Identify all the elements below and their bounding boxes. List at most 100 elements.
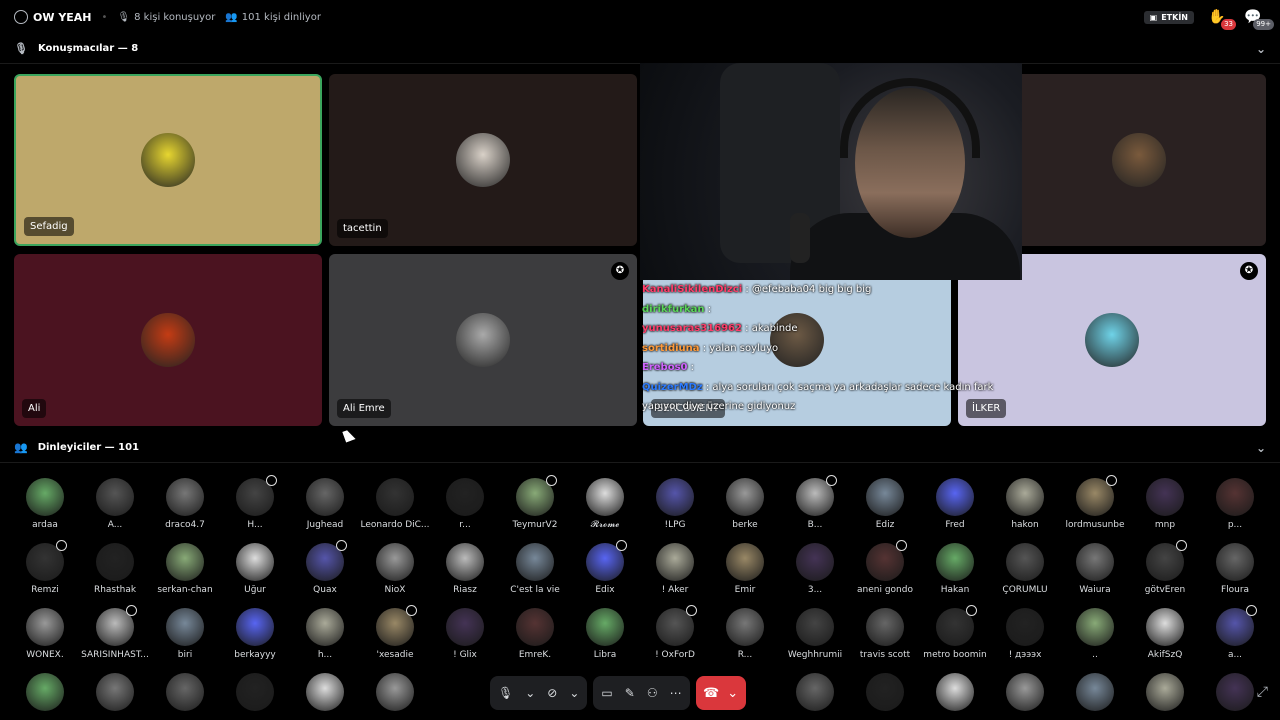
listener-item[interactable]: Weghhrumii — [780, 608, 850, 660]
listener-item[interactable] — [780, 673, 850, 711]
listener-item[interactable]: berke — [710, 478, 780, 530]
listener-item[interactable]: Fred — [920, 478, 990, 530]
listener-item[interactable]: Libra — [570, 608, 640, 660]
speakers-header[interactable]: 🎙 Konuşmacılar — 8 ⌄ — [0, 34, 1280, 64]
listener-item[interactable] — [150, 673, 220, 711]
listener-item[interactable] — [80, 673, 150, 711]
listener-item[interactable]: 𝓡𝓻𝓸𝓶𝓮 — [570, 478, 640, 530]
listener-item[interactable]: r... — [430, 478, 500, 530]
listener-item[interactable]: A... — [80, 478, 150, 530]
listener-name: EmreK. — [518, 650, 552, 660]
camera-off-icon[interactable]: ⊘ — [547, 686, 557, 700]
listener-item[interactable]: Jughead — [290, 478, 360, 530]
listener-item[interactable] — [990, 673, 1060, 711]
listener-item[interactable]: R... — [710, 608, 780, 660]
listener-item[interactable]: götvEren — [1130, 540, 1200, 595]
listener-item[interactable]: ! Glix — [430, 608, 500, 660]
camera-options-chevron-icon[interactable]: ⌄ — [569, 686, 579, 700]
listener-item[interactable]: serkan-chan — [150, 543, 220, 595]
listener-item[interactable] — [220, 673, 290, 711]
listener-item[interactable]: NioX — [360, 543, 430, 595]
listener-item[interactable]: B... — [780, 475, 850, 530]
listener-item[interactable] — [1060, 673, 1130, 711]
listener-item[interactable]: Edix — [570, 540, 640, 595]
listener-name: A... — [107, 520, 123, 530]
chevron-down-icon[interactable]: ⌄ — [1256, 441, 1266, 455]
listener-item[interactable]: ardaa — [10, 478, 80, 530]
listener-item[interactable]: draco4.7 — [150, 478, 220, 530]
listener-item[interactable]: Remzi — [10, 540, 80, 595]
listener-item[interactable]: TeymurV2 — [500, 475, 570, 530]
listener-item[interactable]: hakon — [990, 478, 1060, 530]
listener-item[interactable]: Leonardo DiC... — [360, 478, 430, 530]
speaker-tile[interactable]: Ali — [14, 254, 322, 426]
listener-item[interactable]: biri — [150, 608, 220, 660]
speaker-tile[interactable]: Ali Emre ✪ — [329, 254, 637, 426]
listener-item[interactable] — [850, 673, 920, 711]
listener-item[interactable] — [290, 673, 360, 711]
disconnect-button[interactable]: ☎ ⌄ — [695, 676, 746, 710]
more-options-icon[interactable]: ⋯ — [670, 686, 682, 700]
listener-item[interactable]: h... — [290, 608, 360, 660]
listener-item[interactable]: metro boomin — [920, 605, 990, 660]
chevron-down-icon[interactable]: ⌄ — [727, 686, 738, 701]
listener-item[interactable]: ÇORUMLU — [990, 543, 1060, 595]
listener-item[interactable]: H... — [220, 475, 290, 530]
listeners-header[interactable]: 👥 Dinleyiciler — 101 ⌄ — [0, 433, 1280, 463]
screen-share-icon[interactable]: ▭ — [601, 686, 612, 700]
speaker-tile[interactable] — [1012, 74, 1266, 246]
listener-item[interactable]: C'est la vie — [500, 543, 570, 595]
listener-item[interactable]: lordmusunbe — [1060, 475, 1130, 530]
listener-item[interactable] — [10, 673, 80, 711]
raise-hand-button[interactable]: ✋ 33 — [1208, 8, 1236, 30]
listener-item[interactable]: ! OxForD — [640, 605, 710, 660]
listener-item[interactable]: berkayyy — [220, 608, 290, 660]
listener-item[interactable]: AkifSzQ — [1130, 608, 1200, 660]
listener-item[interactable]: Floura — [1200, 543, 1270, 595]
soundboard-icon[interactable]: ✎ — [625, 686, 635, 700]
listener-item[interactable]: aneni gondo — [850, 540, 920, 595]
listener-item[interactable]: !LPG — [640, 478, 710, 530]
invite-icon[interactable]: ⚇ — [647, 686, 658, 700]
separator: • — [101, 11, 108, 23]
avatar — [166, 673, 204, 711]
listener-item[interactable]: Waiura — [1060, 543, 1130, 595]
listener-item[interactable]: ! Aker — [640, 543, 710, 595]
listener-item[interactable]: Quax — [290, 540, 360, 595]
listener-item[interactable]: EmreK. — [500, 608, 570, 660]
moderator-shield-icon: ✪ — [1240, 262, 1258, 280]
listener-item[interactable] — [1130, 673, 1200, 711]
avatar — [1146, 478, 1184, 516]
event-button[interactable]: ▣ ETKİN — [1143, 10, 1194, 24]
listener-item[interactable]: Emir — [710, 543, 780, 595]
listener-item[interactable]: ! дэээх — [990, 608, 1060, 660]
listener-item[interactable]: 'xesadie — [360, 605, 430, 660]
speaker-tile[interactable]: tacettin — [329, 74, 637, 246]
listener-item[interactable] — [360, 673, 430, 711]
chevron-down-icon[interactable]: ⌄ — [1256, 42, 1266, 56]
listener-item[interactable]: WONEX. — [10, 608, 80, 660]
listener-item[interactable]: Ediz — [850, 478, 920, 530]
fullscreen-icon[interactable]: ⤢ — [1257, 684, 1268, 700]
avatar — [96, 478, 134, 516]
listener-item[interactable]: p... — [1200, 478, 1270, 530]
listener-item[interactable] — [920, 673, 990, 711]
listener-item[interactable]: .. — [1060, 608, 1130, 660]
listener-item[interactable]: Rhasthak — [80, 543, 150, 595]
listener-item[interactable]: Riasz — [430, 543, 500, 595]
listener-item[interactable]: Hakan — [920, 543, 990, 595]
listener-item[interactable]: travis scott — [850, 608, 920, 660]
avatar — [306, 478, 344, 516]
mic-options-chevron-icon[interactable]: ⌄ — [525, 686, 535, 700]
listener-name: B... — [807, 520, 823, 530]
inbox-button[interactable]: 💬 99+ — [1244, 8, 1274, 30]
speaker-tile[interactable]: Sefadig — [14, 74, 322, 246]
listener-name: !LPG — [664, 520, 686, 530]
listener-item[interactable]: a... — [1200, 605, 1270, 660]
listener-item[interactable]: 3... — [780, 543, 850, 595]
listener-item[interactable]: SARISINHAST... — [80, 605, 150, 660]
listener-item[interactable]: mnp — [1130, 478, 1200, 530]
mic-toggle-icon[interactable]: 🎙 — [498, 686, 513, 700]
avatar — [306, 673, 344, 711]
listener-item[interactable]: Uğur — [220, 543, 290, 595]
